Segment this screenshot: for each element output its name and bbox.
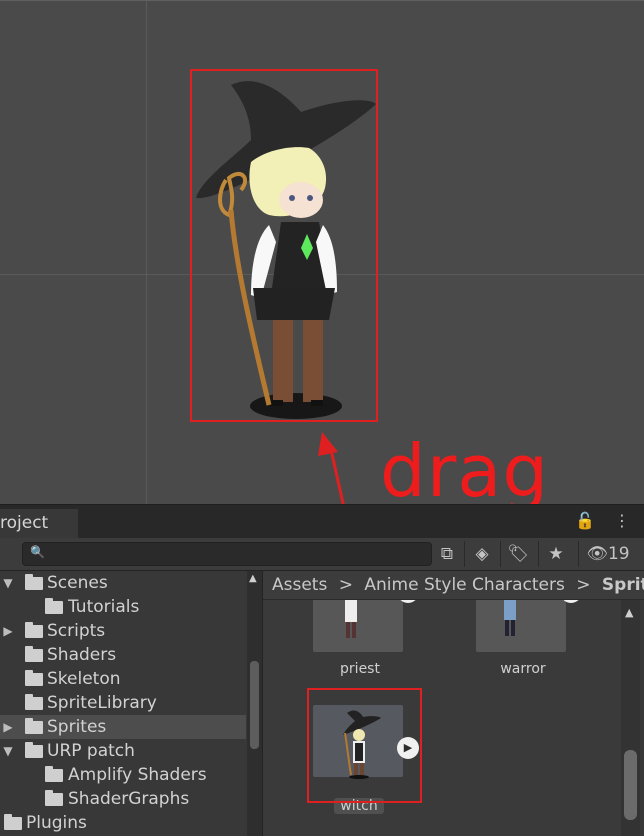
tree-item-label: ShaderGraphs xyxy=(68,789,190,809)
tree-item-label: Plugins xyxy=(26,813,87,833)
tree-item-label: Tutorials xyxy=(68,597,140,617)
breadcrumb-separator: > xyxy=(576,575,591,595)
more-options-icon[interactable]: ⋮ xyxy=(614,511,630,530)
tab-project[interactable]: roject xyxy=(0,509,78,538)
tree-item-label: SpriteLibrary xyxy=(47,693,157,713)
tab-actions: 🔓 ⋮ xyxy=(575,511,630,530)
breadcrumb-anime-style-characters[interactable]: Anime Style Characters xyxy=(364,575,564,595)
folder-icon xyxy=(25,742,43,758)
priest-sprite-preview xyxy=(345,600,357,638)
folder-icon xyxy=(25,670,43,686)
tree-item-label: URP patch xyxy=(47,741,135,761)
folder-icon xyxy=(25,574,43,590)
scene-view[interactable]: drag xyxy=(0,0,644,661)
breadcrumb-separator: > xyxy=(338,575,353,595)
eye-slash-icon: 👁 xyxy=(586,544,608,564)
collapse-arrow-icon[interactable]: ▶ xyxy=(2,715,14,739)
tree-item-skeleton[interactable]: Skeleton xyxy=(0,667,246,691)
folder-tree: ▼ Scenes Tutorials ▶ Scripts Shaders Ske… xyxy=(0,571,263,836)
tab-project-label: roject xyxy=(0,513,49,533)
filter-by-label-icon[interactable]: 🏷 xyxy=(500,541,535,567)
tree-item-sprites[interactable]: ▶ Sprites xyxy=(0,715,246,739)
panel-tabbar: roject 🔓 ⋮ xyxy=(0,505,644,538)
folder-icon xyxy=(25,622,43,638)
project-panel: roject 🔓 ⋮ 🔍 ⧉ ◈ 🏷 ★ 👁19 ▼ Scenes Tutori… xyxy=(0,504,644,836)
hidden-count: 19 xyxy=(607,544,630,564)
expand-arrow-icon[interactable]: ▼ xyxy=(2,571,14,595)
tree-item-spritelibrary[interactable]: SpriteLibrary xyxy=(0,691,246,715)
asset-label: priest xyxy=(340,661,380,677)
scroll-up-arrow-icon[interactable]: ▲ xyxy=(249,573,257,584)
asset-grid-scrollbar[interactable]: ▲ xyxy=(621,600,640,836)
tree-item-shaders[interactable]: Shaders xyxy=(0,643,246,667)
asset-label: warror xyxy=(500,661,546,677)
search-input[interactable]: 🔍 xyxy=(22,542,432,566)
tree-item-label: Sprites xyxy=(47,717,107,737)
tree-item-shadergraphs[interactable]: ShaderGraphs xyxy=(0,787,246,811)
asset-warror[interactable]: ▶ warror xyxy=(476,600,582,680)
breadcrumb-sprites[interactable]: Sprite xyxy=(602,575,644,595)
search-icon: 🔍 xyxy=(30,545,45,559)
tree-item-tutorials[interactable]: Tutorials xyxy=(0,595,246,619)
expand-arrow-icon[interactable]: ▼ xyxy=(2,739,14,763)
tree-item-label: Skeleton xyxy=(47,669,121,689)
tree-item-amplify-shaders[interactable]: Amplify Shaders xyxy=(0,763,246,787)
warror-sprite-preview xyxy=(504,600,516,636)
breadcrumb-assets[interactable]: Assets xyxy=(272,575,327,595)
tree-item-scripts[interactable]: ▶ Scripts xyxy=(0,619,246,643)
tree-item-label: Shaders xyxy=(47,645,117,665)
folder-icon xyxy=(25,646,43,662)
lock-icon[interactable]: 🔓 xyxy=(575,511,595,530)
folder-icon xyxy=(45,766,63,782)
scroll-up-arrow-icon[interactable]: ▲ xyxy=(625,606,633,619)
folder-icon xyxy=(4,814,22,830)
folder-icon xyxy=(25,718,43,734)
tree-item-plugins[interactable]: Plugins xyxy=(0,811,246,835)
favorites-star-icon[interactable]: ★ xyxy=(538,541,573,567)
drag-annotation-label: drag xyxy=(380,429,550,513)
breadcrumb: Assets > Anime Style Characters > Sprite xyxy=(263,571,644,600)
tree-scrollbar[interactable]: ▲ xyxy=(247,571,262,836)
tree-scrollbar-thumb[interactable] xyxy=(250,661,259,749)
tree-item-label: Scripts xyxy=(47,621,106,641)
tree-item-urp-patch[interactable]: ▼ URP patch xyxy=(0,739,246,763)
witch-asset-highlight-box xyxy=(307,688,422,803)
search-by-type-icon[interactable]: ⧉ xyxy=(430,541,464,567)
filter-by-type-icon[interactable]: ◈ xyxy=(464,541,499,567)
hidden-packages-toggle[interactable]: 👁19 xyxy=(578,541,637,567)
tree-item-label: Scenes xyxy=(47,573,108,593)
folder-icon xyxy=(25,694,43,710)
folder-icon xyxy=(45,790,63,806)
project-toolbar: 🔍 ⧉ ◈ 🏷 ★ 👁19 xyxy=(0,538,644,571)
tree-item-label: Amplify Shaders xyxy=(68,765,207,785)
collapse-arrow-icon[interactable]: ▶ xyxy=(2,619,14,643)
asset-priest[interactable]: ▶ priest xyxy=(313,600,419,680)
tree-item-scenes[interactable]: ▼ Scenes xyxy=(0,571,246,595)
asset-grid-scrollbar-thumb[interactable] xyxy=(624,750,637,820)
folder-icon xyxy=(45,598,63,614)
